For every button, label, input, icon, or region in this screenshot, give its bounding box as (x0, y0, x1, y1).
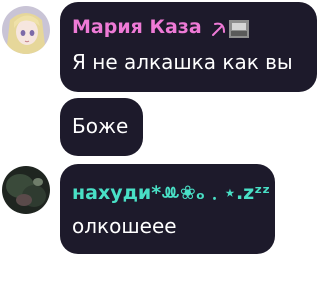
message-text: олкошеее (72, 214, 177, 238)
message-text: Боже (72, 114, 129, 138)
anime-blonde-girl-avatar (2, 6, 50, 54)
message-bubble-1[interactable]: Мария Каза Я не алкашка как вы (60, 2, 317, 92)
hammer-sickle-and-photo-icon (210, 18, 250, 44)
dark-photo-avatar (2, 166, 50, 214)
message-bubble-2[interactable]: Боже (60, 98, 143, 156)
message-text: Я не алкашка как вы (72, 50, 293, 74)
message-bubble-3[interactable]: нахуди*ꔛ❀ₒ﹒⋆.zᶻᶻ олкошеее (60, 164, 275, 254)
avatar-maria[interactable] (2, 6, 50, 54)
avatar-nahudi[interactable] (2, 166, 50, 214)
sender-name[interactable]: нахуди*ꔛ❀ₒ﹒⋆.zᶻᶻ (72, 178, 270, 205)
sender-name[interactable]: Мария Каза (72, 16, 202, 38)
